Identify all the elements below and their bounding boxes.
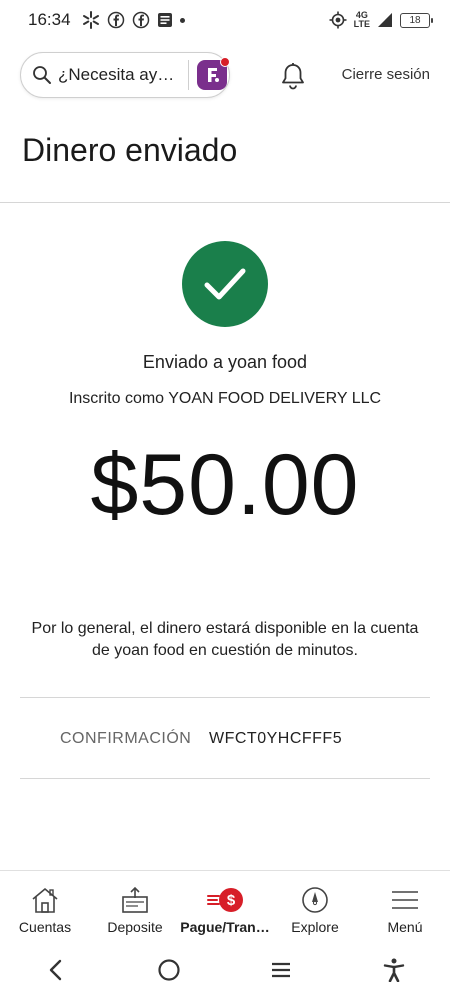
location-icon	[329, 11, 347, 29]
help-search-bar[interactable]: ¿Necesita ay…	[20, 52, 230, 98]
fargo-assistant-icon[interactable]	[197, 57, 230, 90]
walmart-spark-icon	[82, 11, 100, 29]
home-icon[interactable]	[149, 950, 189, 990]
facebook-icon	[132, 11, 150, 29]
confirmation-bottom-divider	[20, 778, 430, 779]
nav-label-menu: Menú	[387, 919, 423, 935]
search-placeholder[interactable]: ¿Necesita ay…	[58, 65, 184, 85]
battery-icon: 18	[400, 12, 433, 28]
status-time: 16:34	[28, 10, 71, 29]
app-header: ¿Necesita ay… Cierre sesión	[0, 52, 450, 100]
nav-label-accounts: Cuentas	[18, 919, 72, 935]
deposit-icon	[120, 885, 150, 915]
news-icon	[157, 12, 173, 28]
pay-transfer-icon: $	[207, 885, 243, 915]
nav-item-accounts[interactable]: Cuentas	[0, 871, 90, 940]
accessibility-icon[interactable]	[374, 950, 414, 990]
confirmation-label: CONFIRMACIÓN	[60, 730, 192, 747]
page-title: Dinero enviado	[22, 132, 238, 168]
signal-icon	[377, 12, 393, 28]
compass-icon	[301, 885, 329, 915]
recents-icon[interactable]	[261, 950, 301, 990]
status-bar: 16:34 4G LTE 18	[0, 0, 450, 40]
bottom-nav: Cuentas Deposite $ Pague/Tran… Explore M…	[0, 870, 450, 940]
notification-dot	[220, 57, 230, 67]
enrolled-name-text: Inscrito como YOAN FOOD DELIVERY LLC	[68, 390, 382, 407]
search-divider	[188, 60, 189, 90]
network-type: 4G LTE	[353, 10, 370, 29]
facebook-icon	[107, 11, 125, 29]
house-icon	[30, 885, 60, 915]
amount-sent: $50.00	[90, 437, 360, 533]
recipient-text: Enviado a yoan food	[142, 352, 308, 372]
availability-note: Por lo general, el dinero estará disponi…	[31, 620, 419, 659]
nav-label-explore: Explore	[291, 919, 339, 935]
title-divider	[0, 202, 450, 203]
nav-item-deposit[interactable]: Deposite	[90, 871, 180, 940]
bell-icon[interactable]	[280, 62, 306, 90]
nav-label-deposit: Deposite	[107, 919, 163, 935]
more-notifications-dot	[179, 17, 185, 23]
success-check-icon	[182, 241, 268, 327]
hamburger-icon	[390, 885, 420, 915]
confirmation-top-divider	[20, 697, 430, 698]
confirmation-number: WFCT0YHCFFF5	[209, 730, 343, 747]
back-icon[interactable]	[36, 950, 76, 990]
nav-item-menu[interactable]: Menú	[360, 871, 450, 940]
system-nav-bar	[0, 940, 450, 1000]
nav-label-pay-transfer: Pague/Tran…	[180, 919, 270, 935]
search-icon	[32, 65, 52, 85]
nav-item-pay-transfer[interactable]: $ Pague/Tran…	[180, 871, 270, 940]
sign-out-link[interactable]: Cierre sesión	[342, 66, 430, 83]
nav-item-explore[interactable]: Explore	[270, 871, 360, 940]
